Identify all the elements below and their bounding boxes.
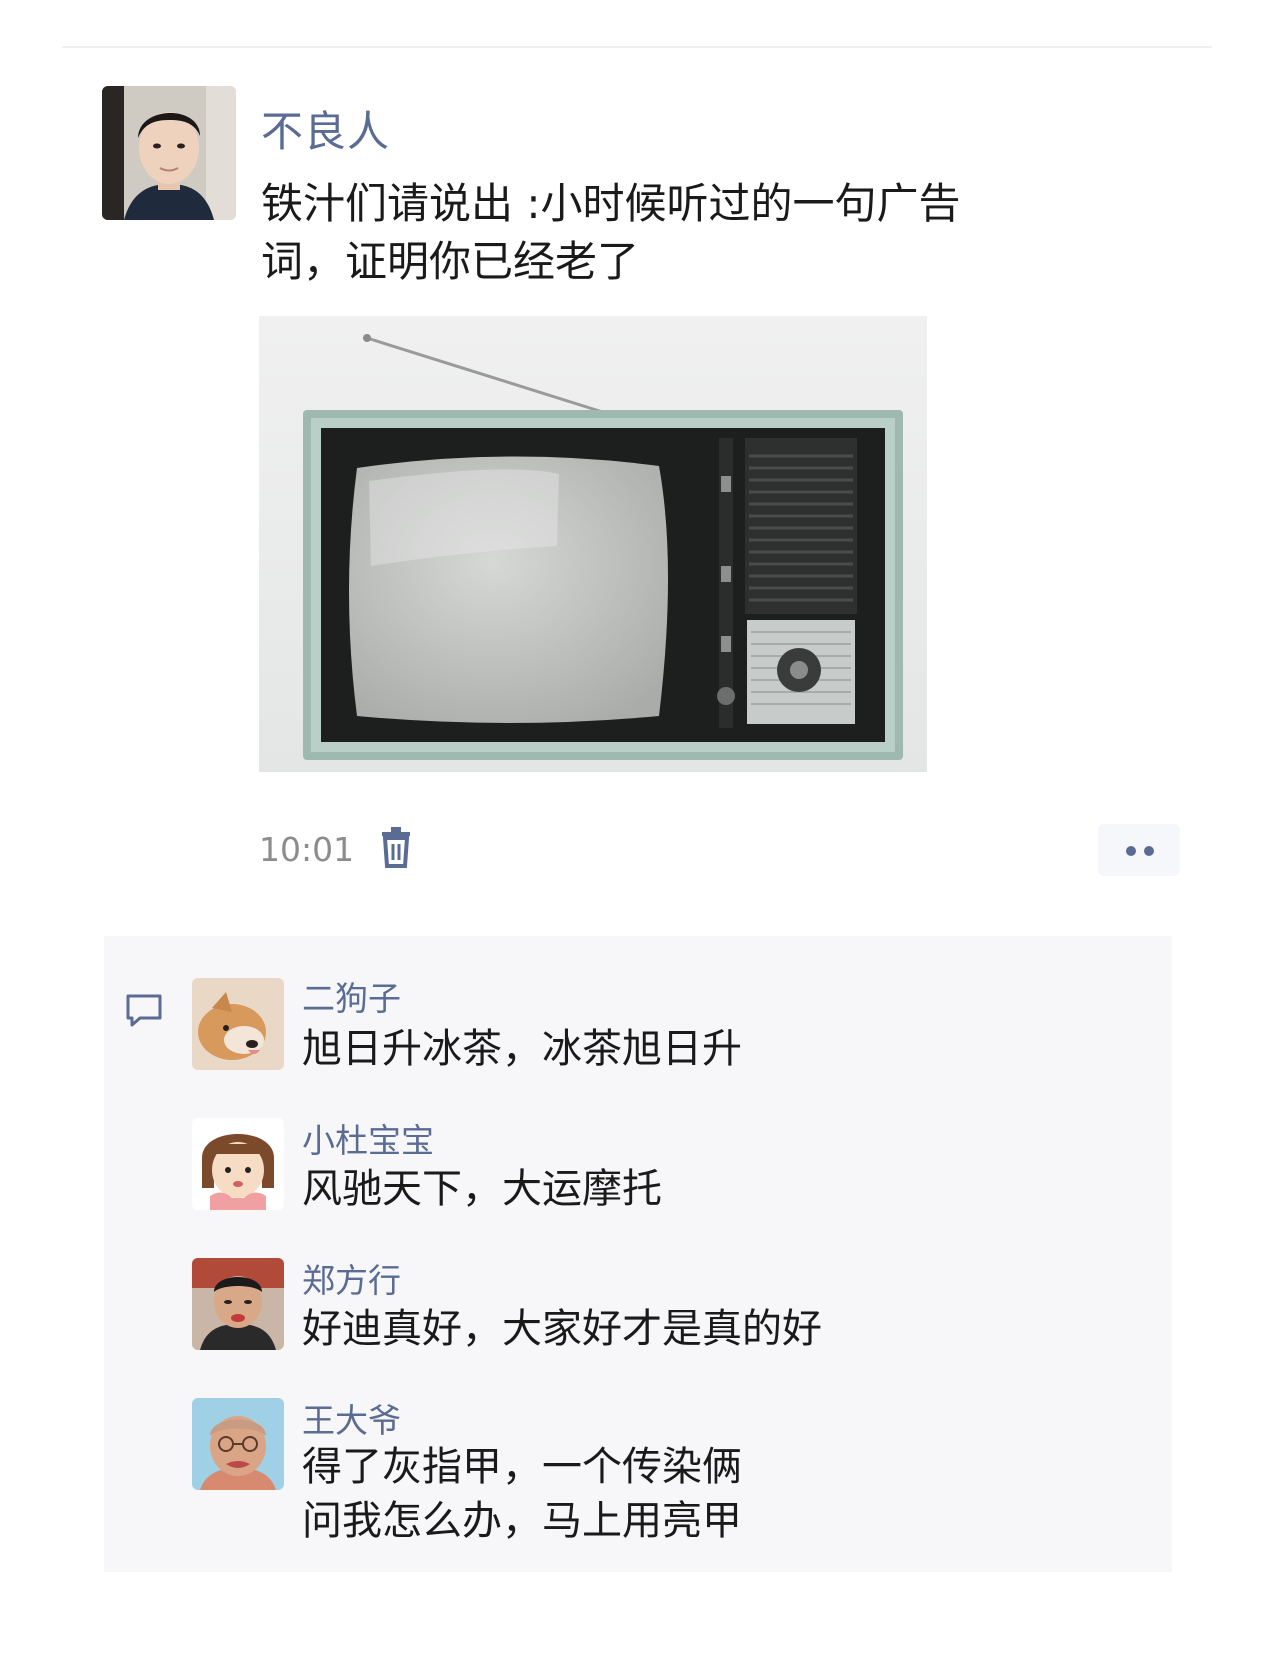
comment-avatar[interactable] xyxy=(192,1258,284,1350)
avatar-old-man xyxy=(192,1398,284,1490)
post-text-line: 词，证明你已经老了 xyxy=(261,237,640,286)
post-text-line: 铁汁们请说出 :小时候听过的一句广告 xyxy=(261,179,961,228)
post-author-avatar[interactable] xyxy=(102,86,236,220)
tv-photo xyxy=(259,316,927,772)
comment-text: 得了灰指甲，一个传染俩 问我怎么办，马上用亮甲 xyxy=(302,1440,1122,1548)
comment-author-name[interactable]: 郑方行 xyxy=(302,1254,401,1302)
comment-text: 好迪真好，大家好才是真的好 xyxy=(302,1302,1122,1356)
post-image-tv[interactable] xyxy=(259,316,927,772)
top-divider xyxy=(62,46,1212,48)
comment-text-line: 好迪真好，大家好才是真的好 xyxy=(302,1306,822,1352)
more-dot xyxy=(1144,846,1154,856)
avatar-man xyxy=(192,1258,284,1350)
post-timestamp: 10:01 xyxy=(259,830,355,869)
post-text: 铁汁们请说出 :小时候听过的一句广告 词，证明你已经老了 xyxy=(261,175,1091,291)
post-author-name[interactable]: 不良人 xyxy=(261,98,390,159)
trash-icon-graphic xyxy=(382,827,410,868)
comment-text-line: 旭日升冰茶，冰茶旭日升 xyxy=(302,1026,742,1072)
comment-text: 风驰天下，大运摩托 xyxy=(302,1162,1122,1216)
more-dot xyxy=(1126,846,1136,856)
more-dots-icon[interactable] xyxy=(1098,824,1180,876)
avatar-dog xyxy=(192,978,284,1070)
comment-text-line: 得了灰指甲，一个传染俩 xyxy=(302,1444,742,1490)
comment-author-name[interactable]: 二狗子 xyxy=(302,972,401,1020)
trash-icon[interactable] xyxy=(378,826,414,868)
comment-avatar[interactable] xyxy=(192,1118,284,1210)
avatar-cartoon-girl xyxy=(192,1118,284,1210)
comment-avatar[interactable] xyxy=(192,978,284,1070)
comment-text-line: 问我怎么办，马上用亮甲 xyxy=(302,1498,742,1544)
comment-text-line: 风驰天下，大运摩托 xyxy=(302,1166,662,1212)
comment-bubble-icon xyxy=(124,990,164,1030)
comment-bubble-graphic xyxy=(126,994,162,1027)
comment-author-name[interactable]: 王大爷 xyxy=(302,1394,401,1442)
comment-author-name[interactable]: 小杜宝宝 xyxy=(302,1114,434,1162)
avatar-photo xyxy=(102,86,236,220)
comment-text: 旭日升冰茶，冰茶旭日升 xyxy=(302,1022,1122,1076)
comment-avatar[interactable] xyxy=(192,1398,284,1490)
